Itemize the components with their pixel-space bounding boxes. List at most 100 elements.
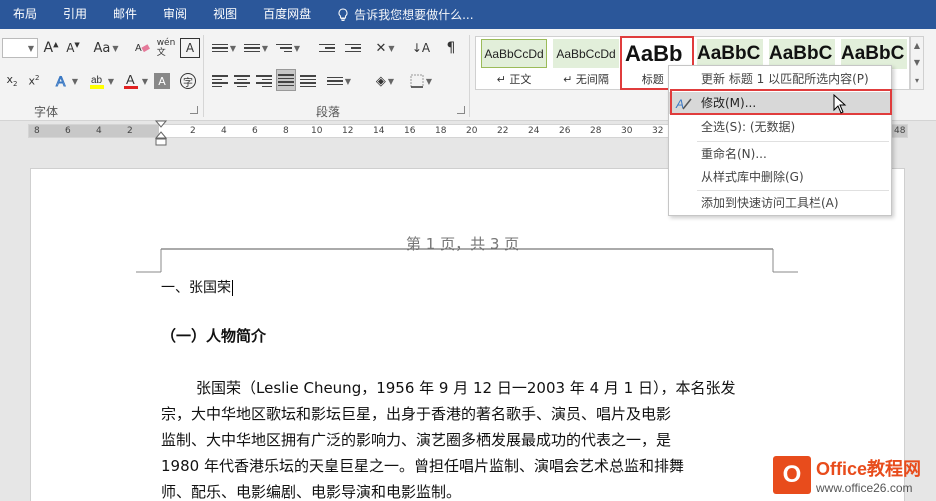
style-name: ↵ 正文: [496, 73, 532, 86]
line-spacing-icon: [326, 74, 343, 88]
superscript-button[interactable]: x2: [24, 71, 44, 91]
heading-1-text[interactable]: 一、张国荣: [161, 277, 233, 297]
paragraph-line[interactable]: 师、配乐、电影编剧、电影导演和电影监制。: [161, 481, 461, 501]
font-size-select[interactable]: ▼: [2, 38, 38, 58]
char-border-button[interactable]: A: [180, 38, 200, 58]
paragraph-line[interactable]: 监制、大中华地区拥有广泛的影响力、演艺圈多栖发展最成功的代表之一，是: [161, 429, 671, 450]
more-styles-icon[interactable]: ▾: [915, 76, 919, 85]
ruler-number: 26: [559, 126, 571, 136]
paragraph-line[interactable]: 张国荣（Leslie Cheung，1956 年 9 月 12 日一2003 年…: [196, 377, 735, 398]
text-effects-button[interactable]: A ▼: [52, 71, 80, 91]
lightbulb-icon: [338, 7, 348, 21]
chinese-layout-icon: ✕: [375, 40, 387, 56]
highlight-color-button[interactable]: ab ▼: [86, 71, 116, 91]
superscript-icon: x2: [28, 74, 40, 88]
paragraph-line[interactable]: 宗，大中华地区歌坛和影坛巨星，出身于香港的著名歌手、演员、唱片及电影: [161, 403, 671, 424]
highlighter-icon: ab: [89, 75, 104, 89]
group-separator: [203, 35, 204, 117]
tab-references[interactable]: 引用: [50, 0, 100, 29]
style-preview: AaBbCcDd: [481, 39, 547, 68]
paragraph-mark-icon: ¶: [446, 40, 456, 56]
borders-button[interactable]: ▼: [406, 71, 436, 91]
gallery-scroll[interactable]: ▲ ▼ ▾: [910, 36, 924, 90]
justify-icon: [278, 73, 294, 87]
office-logo-icon: O: [773, 456, 811, 494]
distributed-button[interactable]: [298, 71, 318, 91]
shading-button[interactable]: ◈ ▼: [370, 71, 400, 91]
indent-markers[interactable]: [155, 120, 167, 148]
eraser-icon: A: [135, 43, 150, 54]
menu-item-add-to-qat[interactable]: 添加到快速访问工具栏(A): [669, 192, 891, 214]
grow-font-button[interactable]: A▲: [42, 38, 60, 58]
align-right-button[interactable]: [254, 71, 274, 91]
modify-highlight: [670, 89, 892, 115]
decrease-indent-button[interactable]: [316, 38, 338, 58]
scroll-up-icon[interactable]: ▲: [914, 41, 920, 50]
tell-me-box[interactable]: 告诉我您想要做什么...: [336, 6, 474, 23]
show-marks-button[interactable]: ¶: [440, 38, 462, 58]
justify-button[interactable]: [276, 69, 296, 91]
bullets-button[interactable]: ▼: [210, 38, 238, 58]
char-shading-button[interactable]: A: [154, 73, 170, 89]
subscript-icon: x2: [6, 73, 18, 89]
document-page[interactable]: 第 1 页，共 3 页 一、张国荣 （一）人物简介 张国荣（Leslie Che…: [30, 168, 905, 501]
paragraph-dialog-launcher[interactable]: [457, 106, 465, 114]
style-name: ↵ 无间隔: [563, 73, 609, 86]
enclose-char-icon: 字: [183, 77, 193, 89]
ruler-number: 2: [127, 126, 133, 136]
sort-button[interactable]: ↓A: [410, 38, 432, 58]
subscript-button[interactable]: x2: [2, 71, 22, 91]
menu-item-update-style[interactable]: 更新 标题 1 以匹配所选内容(P): [669, 68, 891, 90]
clear-format-button[interactable]: A: [132, 38, 152, 58]
scroll-down-icon[interactable]: ▼: [914, 58, 920, 67]
chinese-layout-button[interactable]: ✕ ▼: [370, 38, 400, 58]
font-dialog-launcher[interactable]: [190, 106, 198, 114]
watermark-brand: Office教程网: [816, 459, 922, 479]
ruler-number: 2: [190, 126, 196, 136]
menu-separator: [697, 190, 889, 191]
line-spacing-button[interactable]: ▼: [324, 71, 354, 91]
paragraph-line[interactable]: 1980 年代香港乐坛的天皇巨星之一。曾担任唱片监制、演唱会艺术总监和排舞: [161, 455, 684, 476]
ruler-number: 22: [497, 126, 509, 136]
enclose-char-button[interactable]: 字: [180, 73, 196, 89]
increase-indent-button[interactable]: [342, 38, 364, 58]
style-no-spacing[interactable]: AaBbCcDd ↵ 无间隔: [551, 39, 621, 87]
ruler-number: 6: [252, 126, 258, 136]
tab-review[interactable]: 审阅: [150, 0, 200, 29]
menu-item-rename[interactable]: 重命名(N)...: [669, 143, 891, 165]
style-normal[interactable]: AaBbCcDd ↵ 正文: [479, 39, 549, 87]
shrink-font-button[interactable]: A▼: [64, 38, 82, 58]
borders-icon: [410, 74, 424, 88]
chevron-down-icon: ▼: [141, 76, 149, 86]
watermark-url: www.office26.com: [816, 481, 913, 495]
paragraph-group-label: 段落: [316, 105, 341, 119]
tab-view[interactable]: 视图: [200, 0, 250, 29]
svg-text:A: A: [135, 43, 142, 54]
change-case-button[interactable]: Aa ▼: [90, 38, 122, 58]
sort-icon: ↓A: [411, 41, 431, 55]
tab-baidu-netdisk[interactable]: 百度网盘: [250, 0, 324, 29]
align-left-button[interactable]: [210, 71, 230, 91]
decrease-indent-icon: [319, 41, 335, 55]
text-cursor: [232, 280, 233, 296]
watermark-logo: O Office教程网 www.office26.com: [773, 455, 921, 495]
chevron-down-icon: ▼: [112, 43, 119, 53]
tab-mailings[interactable]: 邮件: [100, 0, 150, 29]
heading-2-text[interactable]: （一）人物简介: [161, 325, 266, 346]
ruler-number: 24: [528, 126, 540, 136]
tab-layout[interactable]: 布局: [0, 0, 50, 29]
align-left-icon: [212, 74, 228, 88]
menu-item-remove-from-gallery[interactable]: 从样式库中删除(G): [669, 166, 891, 188]
change-case-label: Aa: [93, 40, 111, 56]
multilevel-list-icon: [275, 41, 292, 55]
multilevel-list-button[interactable]: ▼: [274, 38, 302, 58]
phonetic-guide-button[interactable]: wén 文: [156, 36, 176, 60]
align-center-button[interactable]: [232, 71, 252, 91]
chevron-down-icon: ▼: [344, 76, 352, 86]
ruler-number: 8: [34, 126, 40, 136]
increase-indent-icon: [345, 41, 361, 55]
menu-item-select-all[interactable]: 全选(S): (无数据): [669, 116, 891, 138]
page-header: 第 1 页，共 3 页: [406, 235, 520, 253]
font-color-button[interactable]: A ▼: [120, 71, 150, 91]
numbering-button[interactable]: ▼: [242, 38, 270, 58]
